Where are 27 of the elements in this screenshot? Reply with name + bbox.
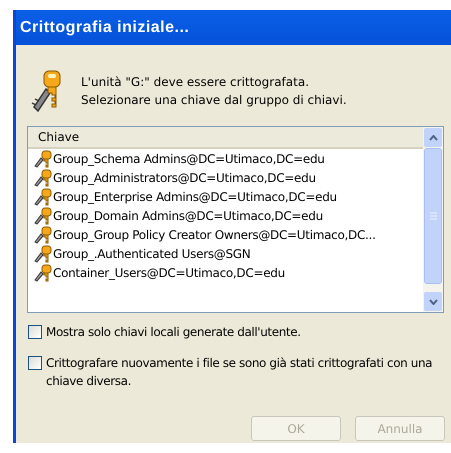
key-list-item[interactable]: Group_.Authenticated Users@SGN bbox=[28, 244, 423, 263]
key-icon bbox=[33, 244, 53, 262]
key-icon bbox=[33, 188, 53, 206]
message-text: L'unità "G:" deve essere crittografata. bbox=[81, 74, 310, 91]
key-icon bbox=[33, 168, 53, 186]
checkbox[interactable] bbox=[28, 325, 42, 339]
scrollbar[interactable] bbox=[423, 127, 443, 312]
key-icon bbox=[33, 206, 53, 224]
checkbox-label[interactable]: Mostra solo chiavi locali generate dall'utente. bbox=[46, 323, 446, 341]
column-header[interactable]: Chiave bbox=[38, 128, 80, 146]
scroll-down-button[interactable] bbox=[424, 292, 442, 311]
scroll-up-button[interactable] bbox=[424, 128, 442, 147]
key-list-item[interactable]: Group_Administrators@DC=Utimaco,DC=edu bbox=[28, 168, 423, 187]
key-icon bbox=[33, 150, 53, 168]
grip-icon bbox=[430, 212, 436, 220]
window-title: Crittografia iniziale... bbox=[20, 18, 190, 38]
key-list-item[interactable]: Group_Domain Admins@DC=Utimaco,DC=edu bbox=[28, 206, 423, 225]
checkbox[interactable] bbox=[28, 356, 42, 370]
key-list-item[interactable]: Group_Schema Admins@DC=Utimaco,DC=edu bbox=[28, 149, 423, 168]
key-list-item[interactable]: Group_Enterprise Admins@DC=Utimaco,DC=edu bbox=[28, 187, 423, 206]
key-icon bbox=[33, 226, 53, 244]
key-icon bbox=[33, 264, 53, 282]
key-list-item[interactable]: Group_Group Policy Creator Owners@DC=Utimaco,DC... bbox=[28, 225, 423, 244]
checkbox-label[interactable]: Crittografare nuovamente i file se sono già stati crittografati con una chiave diversa. bbox=[46, 354, 446, 390]
scroll-thumb[interactable] bbox=[424, 148, 442, 284]
key-list-item[interactable]: Container_Users@DC=Utimaco,DC=edu bbox=[28, 263, 423, 282]
message-text: Selezionare una chiave dal gruppo di chiavi. bbox=[81, 92, 347, 109]
